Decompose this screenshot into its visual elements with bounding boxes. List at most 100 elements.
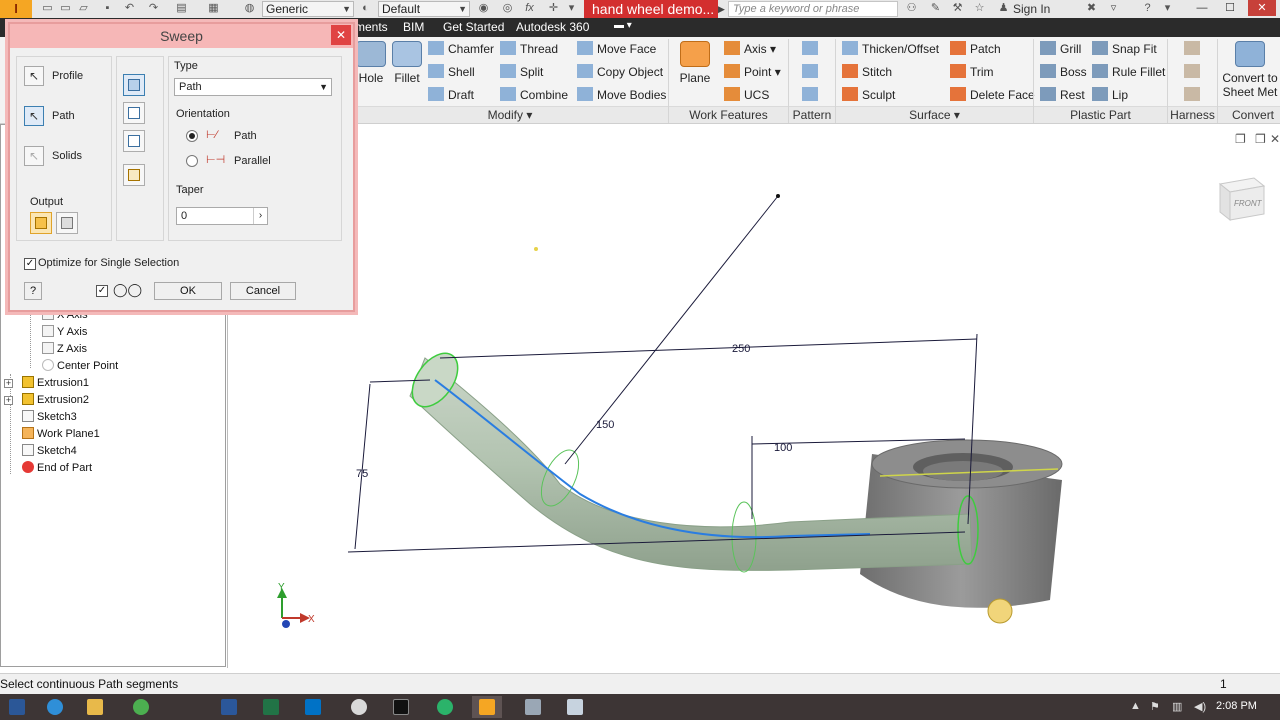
- taskbar-window[interactable]: [560, 696, 590, 718]
- tree-item-z-axis[interactable]: Z Axis: [42, 342, 87, 356]
- chevron-right-icon[interactable]: ▶: [718, 4, 725, 15]
- chevron-down-icon[interactable]: ▾: [564, 2, 579, 15]
- stitch-button[interactable]: Stitch: [842, 62, 892, 82]
- tools-icon[interactable]: ⚒: [950, 2, 965, 15]
- user-icon[interactable]: ♟: [996, 2, 1011, 15]
- taskbar-ie[interactable]: [40, 696, 70, 718]
- dimension-75[interactable]: 75: [356, 468, 368, 480]
- convert-panel-label[interactable]: Convert: [1218, 106, 1280, 123]
- close-button[interactable]: ✕: [1248, 0, 1276, 16]
- solids-select-button[interactable]: ↖: [24, 146, 44, 166]
- fillet-button[interactable]: Fillet: [392, 41, 422, 85]
- expand-icon[interactable]: +: [4, 379, 13, 388]
- type-select[interactable]: Path ▼: [174, 78, 332, 96]
- taskbar-outlook[interactable]: [298, 696, 328, 718]
- maximize-button[interactable]: ☐: [1216, 0, 1244, 16]
- start-button[interactable]: [2, 696, 32, 718]
- exchange-icon[interactable]: ✖: [1084, 2, 1099, 15]
- help-button[interactable]: ?: [24, 282, 42, 300]
- mirror-button[interactable]: [802, 85, 822, 105]
- preview-checkbox[interactable]: ✓: [96, 285, 108, 297]
- open-file-icon[interactable]: ▱: [76, 2, 91, 15]
- shell-button[interactable]: Shell: [428, 62, 475, 82]
- taskbar-network[interactable]: [430, 696, 460, 718]
- output-solid-button[interactable]: [30, 212, 52, 234]
- tray-network-icon[interactable]: ▥: [1172, 700, 1182, 713]
- cloud-icon[interactable]: ▿: [1106, 2, 1121, 15]
- rule-fillet-button[interactable]: Rule Fillet: [1092, 62, 1165, 82]
- taskbar-image[interactable]: [518, 696, 548, 718]
- plane-button[interactable]: Plane: [678, 41, 712, 85]
- tree-item-work-plane1[interactable]: Work Plane1: [22, 427, 100, 441]
- lip-button[interactable]: Lip: [1092, 85, 1128, 105]
- sculpt-button[interactable]: Sculpt: [842, 85, 895, 105]
- fx-icon[interactable]: fx: [522, 2, 537, 15]
- material-icon[interactable]: ▤: [174, 2, 189, 15]
- pattern-panel-label[interactable]: Pattern: [789, 106, 835, 123]
- trim-button[interactable]: Trim: [950, 62, 994, 82]
- cross-icon[interactable]: ✛: [546, 2, 561, 15]
- cancel-button[interactable]: Cancel: [230, 282, 296, 300]
- tree-item-extrusion2[interactable]: Extrusion2: [22, 393, 89, 407]
- dialog-close-icon[interactable]: ✕: [331, 25, 351, 45]
- path-select-button[interactable]: ↖: [24, 106, 44, 126]
- circular-pattern-button[interactable]: [802, 62, 822, 82]
- measure-icon[interactable]: ▦: [206, 2, 221, 15]
- grill-button[interactable]: Grill: [1040, 39, 1081, 59]
- graphics-viewport[interactable]: ❐ ❒ ✕ 250 150 100 75 Y X FRONT: [230, 124, 1280, 668]
- draft-button[interactable]: Draft: [428, 85, 474, 105]
- boss-button[interactable]: Boss: [1040, 62, 1087, 82]
- material-combo[interactable]: Generic ▼: [262, 1, 354, 17]
- save-icon[interactable]: ▪: [100, 2, 115, 15]
- surface-panel-label[interactable]: Surface ▾: [836, 106, 1033, 123]
- plastic-part-panel-label[interactable]: Plastic Part: [1034, 106, 1167, 123]
- taskbar-clock[interactable]: 2:08 PM: [1216, 700, 1257, 712]
- video-icon[interactable]: ▬ ▾: [614, 20, 632, 31]
- undo-icon[interactable]: ↶: [122, 2, 137, 15]
- tray-arrow-icon[interactable]: ▲: [1130, 700, 1141, 712]
- taskbar-excel[interactable]: [256, 696, 286, 718]
- optimize-checkbox[interactable]: ✓: [24, 258, 36, 270]
- taskbar-inventor[interactable]: [472, 696, 502, 718]
- dimension-150[interactable]: 150: [596, 419, 614, 431]
- patch-button[interactable]: Patch: [950, 39, 1001, 59]
- tree-item-sketch3[interactable]: Sketch3: [22, 410, 77, 424]
- inventor-logo-icon[interactable]: I: [0, 0, 32, 18]
- taskbar-word[interactable]: [214, 696, 244, 718]
- ok-button[interactable]: OK: [154, 282, 222, 300]
- open-icon[interactable]: ▭: [58, 2, 73, 15]
- hole-button[interactable]: Hole: [356, 41, 386, 85]
- profile-select-button[interactable]: ↖: [24, 66, 44, 86]
- minimize-button[interactable]: —: [1188, 0, 1216, 16]
- snap-fit-button[interactable]: Snap Fit: [1092, 39, 1157, 59]
- work-features-panel-label[interactable]: Work Features: [669, 106, 788, 123]
- orient-parallel-radio[interactable]: [186, 155, 198, 167]
- taper-input[interactable]: 0 ›: [176, 207, 268, 225]
- delete-face-button[interactable]: Delete Face: [950, 85, 1035, 105]
- harness-button-1[interactable]: [1184, 39, 1204, 59]
- dimension-250[interactable]: 250: [732, 343, 750, 355]
- taskbar-media[interactable]: [386, 696, 416, 718]
- expand-icon[interactable]: +: [4, 396, 13, 405]
- axis-button[interactable]: Axis ▾: [724, 39, 776, 59]
- point-button[interactable]: Point ▾: [724, 62, 781, 82]
- clear-icon[interactable]: ◎: [500, 2, 515, 15]
- harness-panel-label[interactable]: Harness: [1168, 106, 1217, 123]
- tray-volume-icon[interactable]: ◀): [1194, 700, 1206, 713]
- dimension-100[interactable]: 100: [774, 442, 792, 454]
- tab-autodesk-360[interactable]: Autodesk 360: [516, 20, 589, 34]
- star-icon[interactable]: ☆: [972, 2, 987, 15]
- tree-item-sketch4[interactable]: Sketch4: [22, 444, 77, 458]
- convert-sheet-metal-button[interactable]: Convert to Sheet Met: [1220, 41, 1280, 99]
- thicken-offset-button[interactable]: Thicken/Offset: [842, 39, 939, 59]
- new-icon[interactable]: ▭: [40, 2, 55, 15]
- tree-item-end-of-part[interactable]: End of Part: [22, 461, 92, 475]
- tray-flag-icon[interactable]: ⚑: [1150, 700, 1160, 713]
- taskbar-explorer[interactable]: [80, 696, 110, 718]
- tab-get-started[interactable]: Get Started: [443, 20, 504, 34]
- split-button[interactable]: Split: [500, 62, 543, 82]
- help-icon[interactable]: ?: [1140, 2, 1155, 15]
- orient-path-radio[interactable]: [186, 130, 198, 142]
- copy-object-button[interactable]: Copy Object: [577, 62, 663, 82]
- taskbar-paint[interactable]: [344, 696, 374, 718]
